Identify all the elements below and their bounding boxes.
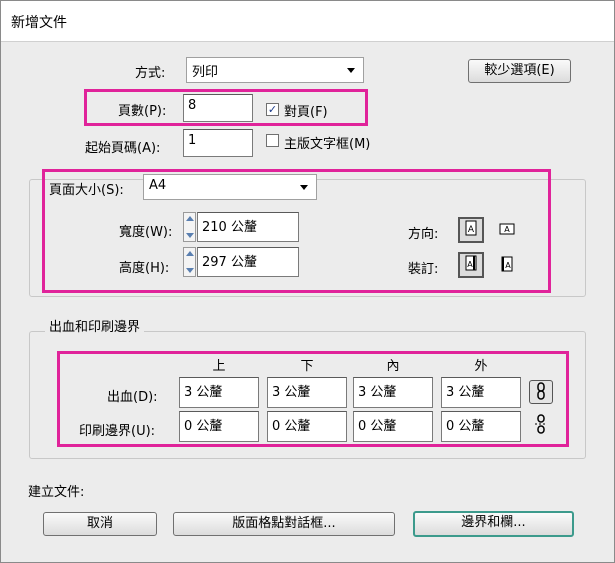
bleed-bottom-field[interactable]: 3 公釐 [267, 377, 347, 408]
bleed-slug-title: 出血和印刷邊界 [45, 316, 145, 335]
pages-label: 頁數(P): [118, 104, 167, 119]
column-inside: 內 [386, 359, 400, 374]
window-title: 新增文件 [11, 15, 67, 31]
cancel-button[interactable]: 取消 [43, 512, 157, 536]
orientation-label: 方向: [408, 227, 439, 242]
height-label: 高度(H): [119, 261, 170, 276]
page-size-select[interactable]: A4 [143, 174, 317, 200]
up-arrow-icon [186, 216, 194, 221]
chevron-down-icon [347, 68, 355, 73]
layout-grid-dialog-button[interactable]: 版面格點對話框... [173, 512, 395, 536]
width-label: 寬度(W): [119, 225, 173, 240]
slug-bottom-field[interactable]: 0 公釐 [267, 411, 347, 442]
start-page-field[interactable]: 1 [183, 129, 253, 157]
svg-text:A: A [467, 260, 473, 269]
bleed-outside-field[interactable]: 3 公釐 [441, 377, 521, 408]
title-bar: 新增文件 [1, 1, 614, 42]
up-arrow-icon [186, 251, 194, 256]
intent-label: 方式: [135, 66, 166, 81]
slug-outside-field[interactable]: 0 公釐 [441, 411, 521, 442]
column-outside: 外 [474, 359, 488, 374]
right-to-left-binding-button[interactable]: A [497, 255, 517, 275]
binding-right-icon: A [501, 256, 513, 272]
width-stepper[interactable] [183, 212, 196, 242]
binding-label: 裝訂: [408, 262, 439, 277]
intent-value: 列印 [192, 65, 219, 80]
margins-and-columns-button[interactable]: 邊界和欄... [413, 511, 574, 537]
left-to-right-binding-button[interactable]: A [458, 252, 484, 278]
master-text-frame-checkbox[interactable] [266, 134, 279, 147]
slug-top-field[interactable]: 0 公釐 [179, 411, 259, 442]
chain-link-icon [537, 382, 545, 400]
facing-pages-label: 對頁(F) [284, 105, 328, 120]
column-top: 上 [212, 359, 226, 374]
slug-inside-field[interactable]: 0 公釐 [353, 411, 433, 442]
pages-field[interactable]: 8 [183, 94, 253, 122]
bleed-label: 出血(D): [107, 390, 158, 405]
portrait-page-icon: A [465, 220, 477, 236]
binding-left-icon: A [465, 255, 477, 271]
bleed-link-button[interactable] [529, 380, 553, 404]
down-arrow-icon [186, 233, 194, 238]
start-page-label: 起始頁碼(A): [85, 141, 161, 156]
bleed-inside-field[interactable]: 3 公釐 [353, 377, 433, 408]
new-document-dialog: 新增文件 方式: 列印 較少選項(E) 頁數(P): 8 ✓ 對頁(F) 起始頁… [0, 0, 615, 563]
down-arrow-icon [186, 268, 194, 273]
svg-text:A: A [504, 225, 510, 234]
column-bottom: 下 [300, 359, 314, 374]
page-size-value: A4 [149, 178, 167, 193]
intent-select[interactable]: 列印 [186, 57, 364, 83]
landscape-page-icon: A [499, 223, 515, 235]
chevron-down-icon [300, 185, 308, 190]
master-text-frame-label: 主版文字框(M) [284, 137, 371, 152]
bleed-top-field[interactable]: 3 公釐 [179, 377, 259, 408]
svg-text:A: A [468, 225, 475, 235]
broken-chain-icon [535, 414, 547, 434]
slug-label: 印刷邊界(U): [79, 424, 156, 439]
height-field[interactable]: 297 公釐 [197, 247, 299, 277]
portrait-orientation-button[interactable]: A [458, 217, 484, 243]
facing-pages-checkbox[interactable]: ✓ [266, 103, 279, 116]
width-field[interactable]: 210 公釐 [197, 212, 299, 242]
create-document-label: 建立文件: [28, 485, 85, 500]
fewer-options-button[interactable]: 較少選項(E) [468, 59, 571, 83]
height-stepper[interactable] [183, 247, 196, 277]
slug-link-button[interactable] [529, 414, 553, 438]
svg-text:A: A [505, 261, 511, 270]
landscape-orientation-button[interactable]: A [497, 220, 517, 240]
page-size-label: 頁面大小(S): [49, 183, 124, 198]
